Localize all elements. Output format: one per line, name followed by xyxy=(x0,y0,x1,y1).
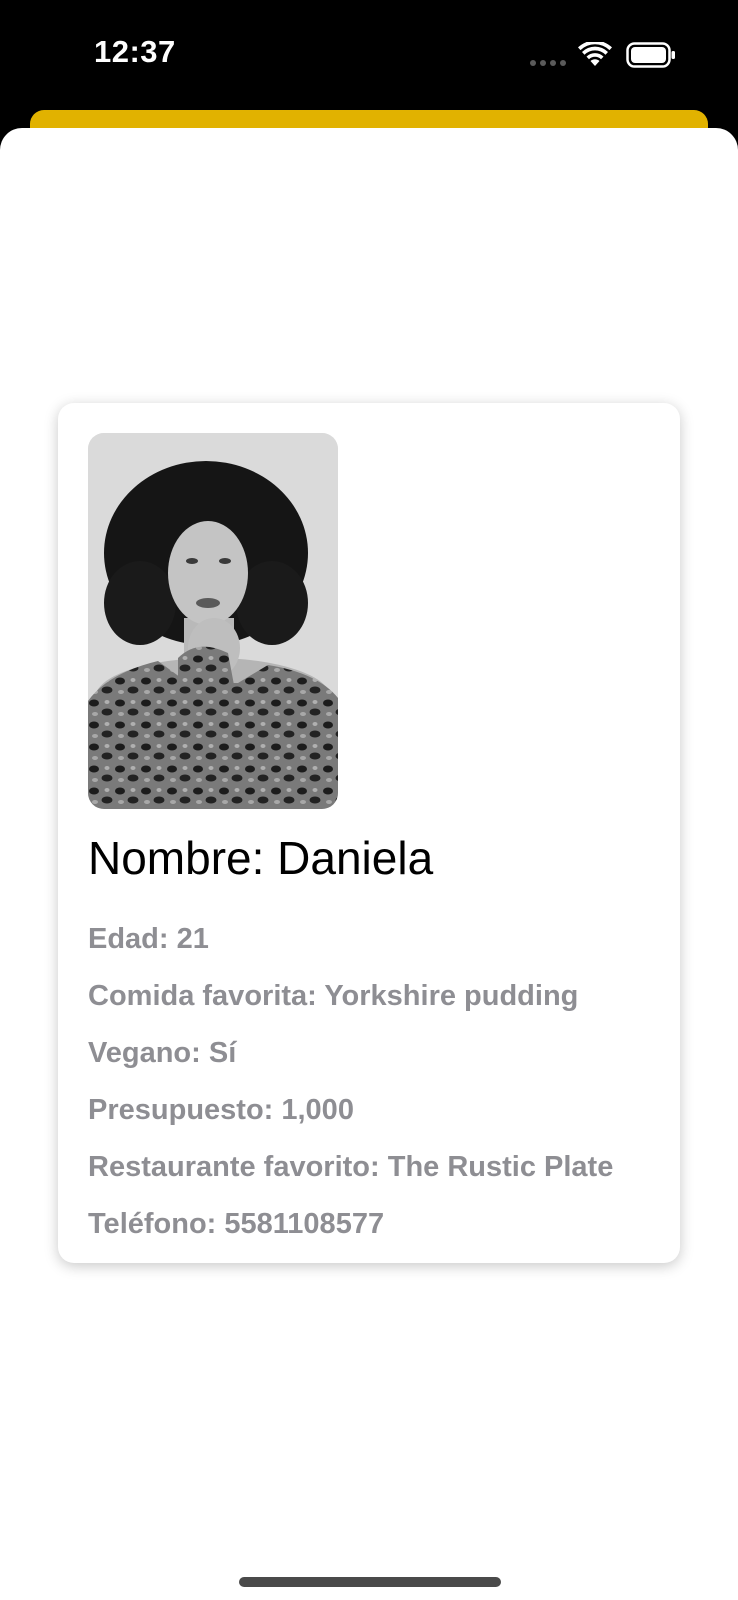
profile-name: Nombre: Daniela xyxy=(88,832,434,884)
detail-budget: Presupuesto: 1,000 xyxy=(88,1094,354,1126)
wifi-icon xyxy=(578,42,612,66)
detail-age: Edad: 21 xyxy=(88,923,209,955)
status-time: 12:37 xyxy=(94,34,176,69)
modal-sheet[interactable]: Nombre: Daniela Edad: 21 Comida favorita… xyxy=(0,128,738,1600)
battery-icon xyxy=(626,42,675,68)
profile-photo xyxy=(88,433,338,809)
detail-vegan: Vegano: Sí xyxy=(88,1037,237,1069)
profile-details: Edad: 21 Comida favorita: Yorkshire pudd… xyxy=(88,911,668,1253)
status-bar: 12:37 xyxy=(0,0,738,110)
screen: 12:37 Nombre: Daniela Edad: 21 Comida fa… xyxy=(0,0,738,1600)
profile-card: Nombre: Daniela Edad: 21 Comida favorita… xyxy=(58,403,680,1263)
detail-favorite-restaurant: Restaurante favorito: The Rustic Plate xyxy=(88,1151,614,1183)
person-photo-icon xyxy=(88,433,338,809)
detail-phone: Teléfono: 5581108577 xyxy=(88,1208,385,1240)
signal-dots-icon xyxy=(530,60,568,66)
home-indicator[interactable] xyxy=(239,1577,501,1587)
detail-favorite-food: Comida favorita: Yorkshire pudding xyxy=(88,980,579,1012)
